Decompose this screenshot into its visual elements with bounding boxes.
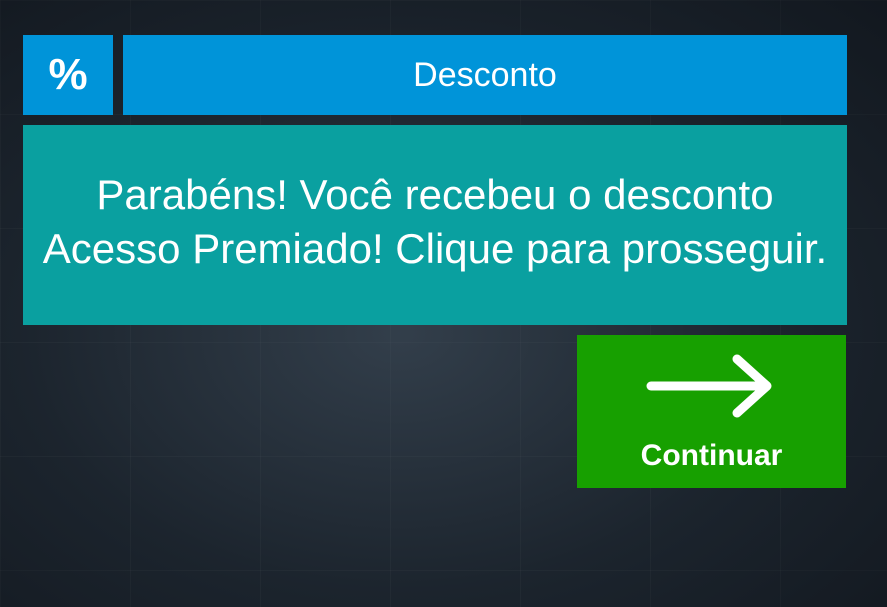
continue-button[interactable]: Continuar [577,335,846,488]
discount-message-text: Parabéns! Você recebeu o desconto Acesso… [42,171,828,272]
discount-message: Parabéns! Você recebeu o desconto Acesso… [23,125,847,325]
page-title-text: Desconto [413,55,557,94]
percent-icon: % [23,35,113,115]
continue-button-label: Continuar [640,439,783,472]
page-title: Desconto [123,35,847,115]
percent-icon-glyph: % [48,50,88,99]
arrow-right-icon [646,354,772,418]
